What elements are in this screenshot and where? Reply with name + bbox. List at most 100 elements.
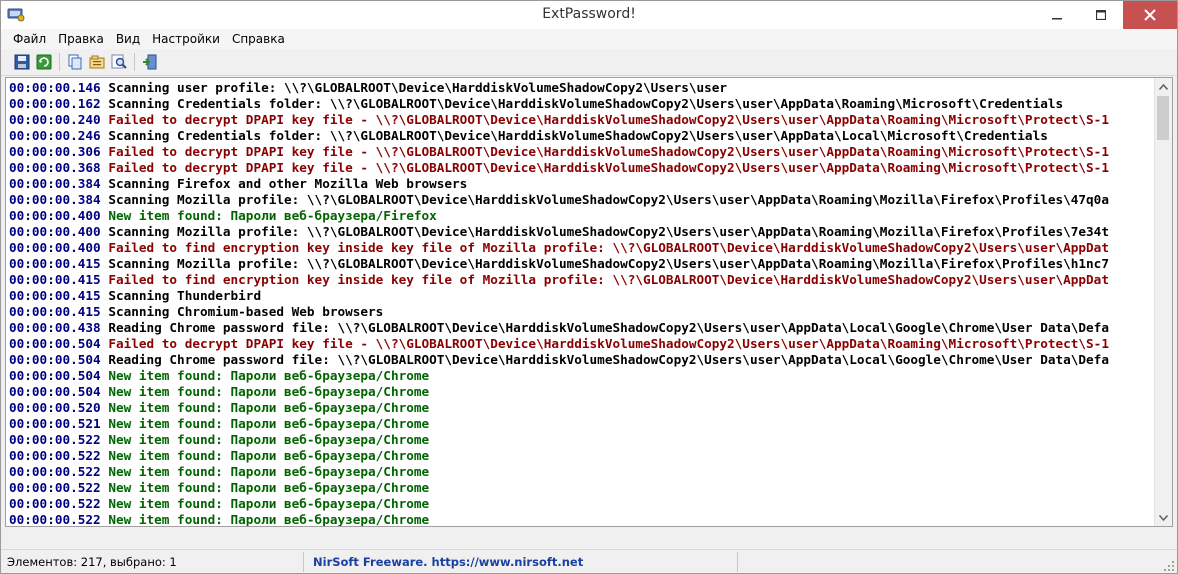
log-row[interactable]: 00:00:00.384 Scanning Firefox and other … <box>6 176 1156 192</box>
log-message: New item found: Пароли веб-браузера/Fire… <box>108 208 437 223</box>
minimize-button[interactable] <box>1035 1 1079 29</box>
log-timestamp: 00:00:00.522 <box>9 512 101 526</box>
log-row[interactable]: 00:00:00.415 Scanning Chromium-based Web… <box>6 304 1156 320</box>
log-row[interactable]: 00:00:00.400 Scanning Mozilla profile: \… <box>6 224 1156 240</box>
log-timestamp: 00:00:00.504 <box>9 352 101 367</box>
log-message: New item found: Пароли веб-браузера/Chro… <box>108 496 430 511</box>
log-row[interactable]: 00:00:00.504 New item found: Пароли веб-… <box>6 384 1156 400</box>
log-timestamp: 00:00:00.521 <box>9 416 101 431</box>
log-row[interactable]: 00:00:00.246 Scanning Credentials folder… <box>6 128 1156 144</box>
exit-button[interactable] <box>139 51 161 73</box>
nirsoft-link[interactable]: NirSoft Freeware. https://www.nirsoft.ne… <box>313 555 583 569</box>
log-row[interactable]: 00:00:00.504 Reading Chrome password fil… <box>6 352 1156 368</box>
menu-options[interactable]: Настройки <box>146 29 226 49</box>
copy-button[interactable] <box>64 51 86 73</box>
log-timestamp: 00:00:00.415 <box>9 256 101 271</box>
save-button[interactable] <box>11 51 33 73</box>
refresh-button[interactable] <box>33 51 55 73</box>
log-row[interactable]: 00:00:00.415 Failed to find encryption k… <box>6 272 1156 288</box>
log-row[interactable]: 00:00:00.384 Scanning Mozilla profile: \… <box>6 192 1156 208</box>
log-message: Failed to find encryption key inside key… <box>108 240 1109 255</box>
log-timestamp: 00:00:00.368 <box>9 160 101 175</box>
menu-view[interactable]: Вид <box>110 29 146 49</box>
log-row[interactable]: 00:00:00.400 New item found: Пароли веб-… <box>6 208 1156 224</box>
log-row[interactable]: 00:00:00.306 Failed to decrypt DPAPI key… <box>6 144 1156 160</box>
log-row[interactable]: 00:00:00.504 New item found: Пароли веб-… <box>6 368 1156 384</box>
log-row[interactable]: 00:00:00.438 Reading Chrome password fil… <box>6 320 1156 336</box>
menu-edit[interactable]: Правка <box>52 29 110 49</box>
maximize-icon <box>1096 10 1106 20</box>
log-timestamp: 00:00:00.415 <box>9 288 101 303</box>
find-button[interactable] <box>108 51 130 73</box>
log-timestamp: 00:00:00.522 <box>9 432 101 447</box>
log-timestamp: 00:00:00.146 <box>9 80 101 95</box>
close-button[interactable] <box>1123 1 1177 29</box>
menu-bar: Файл Правка Вид Настройки Справка <box>1 29 1177 49</box>
log-message: Failed to decrypt DPAPI key file - \\?\G… <box>108 144 1109 159</box>
log-message: Failed to decrypt DPAPI key file - \\?\G… <box>108 336 1109 351</box>
app-window: ExtPassword! Файл Правка Вид Настройки С… <box>0 0 1178 574</box>
scrollbar-thumb[interactable] <box>1157 96 1169 140</box>
log-row[interactable]: 00:00:00.521 New item found: Пароли веб-… <box>6 416 1156 432</box>
log-row[interactable]: 00:00:00.522 New item found: Пароли веб-… <box>6 496 1156 512</box>
save-icon <box>14 54 30 70</box>
log-row[interactable]: 00:00:00.522 New item found: Пароли веб-… <box>6 512 1156 526</box>
log-timestamp: 00:00:00.504 <box>9 368 101 383</box>
log-row[interactable]: 00:00:00.146 Scanning user profile: \\?\… <box>6 80 1156 96</box>
log-message: Failed to decrypt DPAPI key file - \\?\G… <box>108 160 1109 175</box>
resize-grip-icon[interactable] <box>1163 560 1175 572</box>
log-row[interactable]: 00:00:00.162 Scanning Credentials folder… <box>6 96 1156 112</box>
log-row[interactable]: 00:00:00.520 New item found: Пароли веб-… <box>6 400 1156 416</box>
log-timestamp: 00:00:00.522 <box>9 496 101 511</box>
log-message: New item found: Пароли веб-браузера/Chro… <box>108 464 430 479</box>
scroll-down-button[interactable] <box>1155 509 1172 526</box>
status-divider <box>737 552 738 572</box>
exit-icon <box>143 54 157 70</box>
scroll-up-button[interactable] <box>1155 78 1172 95</box>
log-row[interactable]: 00:00:00.415 Scanning Thunderbird <box>6 288 1156 304</box>
log-timestamp: 00:00:00.415 <box>9 272 101 287</box>
log-row[interactable]: 00:00:00.504 Failed to decrypt DPAPI key… <box>6 336 1156 352</box>
status-item-count: Элементов: 217, выбрано: 1 <box>7 555 177 569</box>
log-timestamp: 00:00:00.400 <box>9 240 101 255</box>
find-icon <box>111 54 127 69</box>
log-row[interactable]: 00:00:00.522 New item found: Пароли веб-… <box>6 464 1156 480</box>
log-timestamp: 00:00:00.162 <box>9 96 101 111</box>
log-timestamp: 00:00:00.384 <box>9 192 101 207</box>
log-row[interactable]: 00:00:00.415 Scanning Mozilla profile: \… <box>6 256 1156 272</box>
log-message: Scanning Firefox and other Mozilla Web b… <box>108 176 468 191</box>
title-bar[interactable]: ExtPassword! <box>1 1 1177 29</box>
log-timestamp: 00:00:00.522 <box>9 464 101 479</box>
log-message: Scanning user profile: \\?\GLOBALROOT\De… <box>108 80 728 95</box>
menu-help[interactable]: Справка <box>226 29 291 49</box>
log-message: New item found: Пароли веб-браузера/Chro… <box>108 432 430 447</box>
log-message: Scanning Thunderbird <box>108 288 262 303</box>
menu-file[interactable]: Файл <box>7 29 52 49</box>
properties-icon <box>89 55 105 69</box>
vertical-scrollbar[interactable] <box>1154 78 1172 526</box>
log-message: Failed to find encryption key inside key… <box>108 272 1109 287</box>
log-row[interactable]: 00:00:00.400 Failed to find encryption k… <box>6 240 1156 256</box>
log-message: Scanning Credentials folder: \\?\GLOBALR… <box>108 128 1048 143</box>
maximize-button[interactable] <box>1079 1 1123 29</box>
log-message: New item found: Пароли веб-браузера/Chro… <box>108 384 430 399</box>
properties-button[interactable] <box>86 51 108 73</box>
log-row[interactable]: 00:00:00.522 New item found: Пароли веб-… <box>6 480 1156 496</box>
log-row[interactable]: 00:00:00.522 New item found: Пароли веб-… <box>6 448 1156 464</box>
status-bar: Элементов: 217, выбрано: 1 NirSoft Freew… <box>1 549 1177 573</box>
log-message: Scanning Mozilla profile: \\?\GLOBALROOT… <box>108 256 1109 271</box>
log-timestamp: 00:00:00.438 <box>9 320 101 335</box>
log-timestamp: 00:00:00.415 <box>9 304 101 319</box>
chevron-down-icon <box>1159 514 1168 521</box>
window-title: ExtPassword! <box>542 6 636 22</box>
toolbar-separator <box>59 53 60 71</box>
minimize-icon <box>1052 18 1062 20</box>
log-message: Scanning Credentials folder: \\?\GLOBALR… <box>108 96 1064 111</box>
log-timestamp: 00:00:00.504 <box>9 384 101 399</box>
log-row[interactable]: 00:00:00.522 New item found: Пароли веб-… <box>6 432 1156 448</box>
log-row[interactable]: 00:00:00.240 Failed to decrypt DPAPI key… <box>6 112 1156 128</box>
log-list[interactable]: 00:00:00.146 Scanning user profile: \\?\… <box>5 77 1173 527</box>
log-row[interactable]: 00:00:00.368 Failed to decrypt DPAPI key… <box>6 160 1156 176</box>
log-message: New item found: Пароли веб-браузера/Chro… <box>108 368 430 383</box>
log-timestamp: 00:00:00.246 <box>9 128 101 143</box>
